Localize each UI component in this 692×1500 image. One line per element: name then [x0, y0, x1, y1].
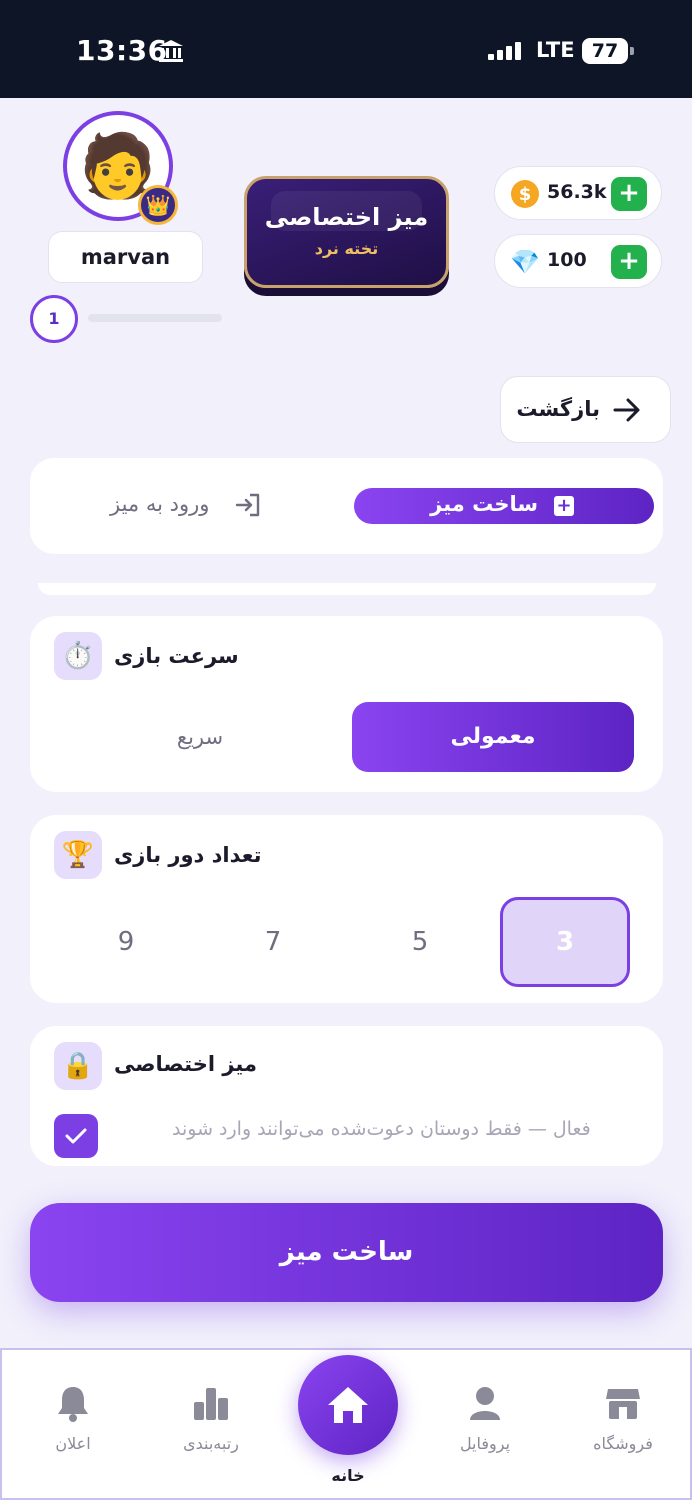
speed-title: سرعت بازی — [114, 644, 239, 668]
coin-icon: $ — [511, 180, 539, 208]
nav-profile[interactable]: پروفایل — [430, 1384, 540, 1464]
back-button[interactable]: بازگشت — [500, 376, 671, 443]
plus-square-icon: + — [554, 496, 574, 516]
gems-pill: 💎 100 + — [494, 234, 662, 288]
tab-create-label: ساخت میز — [430, 492, 538, 516]
speed-option-normal[interactable]: معمولی — [352, 702, 634, 772]
nav-ranking-label: رتبه‌بندی — [183, 1434, 239, 1453]
coins-pill: $ 56.3k + — [494, 166, 662, 220]
status-time: 13:36 — [76, 34, 168, 67]
username-label: marvan — [48, 231, 203, 283]
add-coins-button[interactable]: + — [611, 177, 647, 211]
arrow-right-icon — [613, 398, 640, 422]
divider — [38, 583, 656, 595]
bottom-nav: فروشگاه پروفایل خانه رتبه‌بندی اعلان — [0, 1348, 692, 1500]
nav-notifications[interactable]: اعلان — [18, 1384, 128, 1464]
gems-value: 100 — [547, 249, 587, 271]
home-icon — [328, 1387, 368, 1423]
trophy-icon: 🏆 — [54, 831, 102, 879]
signal-icon — [488, 42, 521, 60]
speed-option-fast[interactable]: سریع — [100, 702, 300, 772]
status-bar: 13:36 LTE 77 — [0, 0, 692, 98]
speed-card: ⏱️ سرعت بازی معمولی سریع — [30, 616, 663, 792]
check-icon — [65, 1128, 87, 1144]
private-card: 🔒 میز اختصاصی فعال — فقط دوستان دعوت‌شده… — [30, 1026, 663, 1166]
nav-home[interactable] — [298, 1355, 398, 1455]
back-label: بازگشت — [516, 397, 600, 421]
nav-ranking[interactable]: رتبه‌بندی — [156, 1384, 266, 1464]
crown-icon: 👑 — [138, 185, 178, 225]
rounds-card: 🏆 تعداد دور بازی 3 5 7 9 — [30, 815, 663, 1003]
nav-shop[interactable]: فروشگاه — [568, 1384, 678, 1464]
nav-home-label: خانه — [331, 1466, 365, 1485]
lock-icon: 🔒 — [54, 1042, 102, 1090]
level-badge: 1 — [30, 295, 78, 343]
tab-join-label: ورود به میز — [110, 492, 210, 516]
login-icon — [235, 493, 260, 517]
rounds-option-3[interactable]: 3 — [500, 897, 630, 987]
rounds-option-9[interactable]: 9 — [61, 897, 191, 987]
private-checkbox[interactable] — [54, 1114, 98, 1158]
add-gems-button[interactable]: + — [611, 245, 647, 279]
create-table-button[interactable]: ساخت میز — [30, 1203, 663, 1302]
rounds-option-7[interactable]: 7 — [208, 897, 338, 987]
battery-icon: 77 — [582, 38, 634, 64]
bank-icon — [159, 40, 183, 62]
tab-create-table[interactable]: ساخت میز + — [354, 488, 654, 524]
shop-icon — [606, 1389, 640, 1419]
private-description: فعال — فقط دوستان دعوت‌شده می‌توانند وار… — [172, 1118, 591, 1140]
nav-profile-label: پروفایل — [459, 1434, 511, 1453]
bar-chart-icon — [194, 1388, 228, 1420]
level-progress-bar — [88, 314, 222, 322]
nav-notifications-label: اعلان — [55, 1434, 91, 1453]
user-icon — [470, 1387, 500, 1420]
stopwatch-icon: ⏱️ — [54, 632, 102, 680]
coins-value: 56.3k — [547, 181, 607, 203]
badge-subtitle: تخته نرد — [314, 239, 379, 258]
private-title: میز اختصاصی — [114, 1052, 257, 1076]
mode-tabs: ساخت میز + ورود به میز — [30, 458, 663, 554]
network-type: LTE — [536, 38, 575, 62]
bell-icon — [58, 1387, 88, 1422]
nav-shop-label: فروشگاه — [593, 1434, 653, 1453]
rounds-option-5[interactable]: 5 — [355, 897, 485, 987]
rounds-title: تعداد دور بازی — [114, 843, 262, 867]
table-type-badge: میز اختصاصی تخته نرد — [244, 176, 449, 288]
gem-icon: 💎 — [510, 248, 540, 276]
badge-title: میز اختصاصی — [264, 203, 429, 231]
